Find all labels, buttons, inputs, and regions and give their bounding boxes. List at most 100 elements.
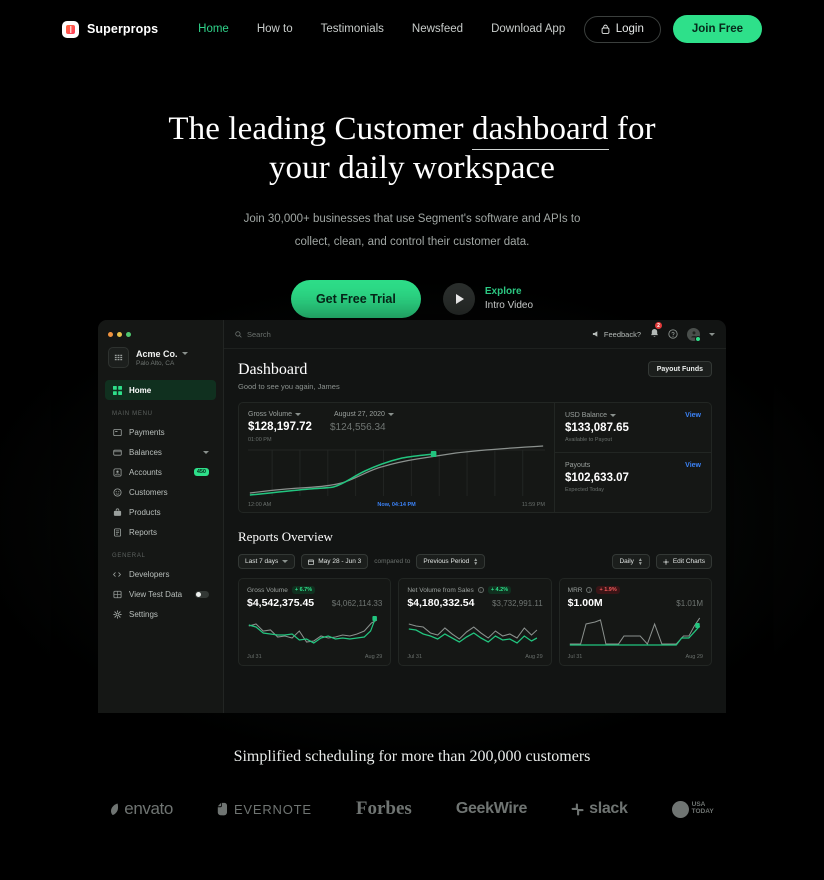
top-navbar: Superprops Home How to Testimonials News… [0,0,824,58]
sidebar-item-home[interactable]: Home [105,380,216,400]
metric-axis-end: Aug 29 [685,654,703,660]
play-icon[interactable] [442,282,475,315]
dashboard-header: Dashboard Good to see you again, James P… [238,361,712,391]
notifications-button[interactable]: 2 [650,322,662,343]
brand-logo[interactable]: Superprops [62,20,158,38]
date-label: August 27, 2020 [333,411,385,418]
metric-axis-start: Jul 31 [247,654,262,660]
nav-link-home[interactable]: Home [198,23,229,35]
info-icon[interactable]: i [586,587,593,593]
compare-period-select[interactable]: Previous Period ▲ ▼ [416,554,486,569]
sidebar-item-balances[interactable]: Balances [105,442,216,462]
gross-volume-selector[interactable]: Gross Volume [248,411,301,418]
document-icon [112,527,122,537]
intro-video-link[interactable]: Explore Intro Video [442,282,533,315]
hero-subtitle: Join 30,000+ businesses that use Segment… [0,208,824,254]
info-icon[interactable]: i [477,587,484,593]
bell-icon [651,328,658,337]
gross-volume-axis: 12:00 AM Now, 04:14 PM 11:59 PM [248,502,545,508]
sidebar-item-payments[interactable]: Payments [105,422,216,442]
edit-charts-label: Edit Charts [672,558,705,565]
logo-strip: envato EVERNOTE Forbes GeekWire slack US… [0,798,824,820]
nav-link-testimonials[interactable]: Testimonials [321,23,384,35]
overview-panel: Gross Volume August 27, 2020 $128,197.72… [238,402,712,513]
card-icon [112,427,122,437]
view-test-data-toggle[interactable] [195,590,209,598]
axis-label-end: 11:59 PM [521,502,545,508]
join-free-button[interactable]: Join Free [672,15,762,43]
metric-compare-value: $1.01M [676,599,703,608]
logo-evernote: EVERNOTE [217,802,312,817]
sidebar-item-products[interactable]: Products [105,502,216,522]
metric-value: $4,180,332.54 [407,597,475,609]
date-range-select[interactable]: Last 7 days [238,554,296,569]
accounts-badge: 450 [193,467,209,477]
chevron-down-icon [203,450,209,454]
nav-link-how-to[interactable]: How to [257,23,293,35]
usd-balance-view-link[interactable]: View [685,412,701,419]
nav-link-download-app[interactable]: Download App [491,23,565,35]
edit-charts-button[interactable]: Edit Charts [655,554,712,569]
metric-label: Net Volume from Sales [407,586,474,594]
sidebar-item-label: Accounts [129,467,162,477]
date-picker[interactable]: May 28 - Jun 3 [301,554,369,569]
org-switcher[interactable]: Acme Co. Palo Alto, CA [98,347,223,380]
lock-icon [601,24,610,34]
sidebar-item-label: Home [129,385,152,395]
code-icon [112,569,122,579]
axis-label-now: Now, 04:14 PM [377,502,416,508]
window-maximize-dot[interactable] [126,332,131,337]
payout-funds-button[interactable]: Payout Funds [647,361,712,377]
slack-mark-icon [571,803,584,816]
org-name: Acme Co. [136,348,178,359]
login-button[interactable]: Login [583,15,661,43]
search-icon [235,330,242,338]
chart-icon [112,589,122,599]
granularity-label: Daily [619,558,634,565]
window-controls [98,330,223,347]
org-location: Palo Alto, CA [136,359,175,367]
hero-section: The leading Customer dashboard for your … [0,58,824,318]
logo-label: envato [124,799,173,818]
usd-balance-card: USD Balance View $133,087.65 Available t… [555,403,711,452]
wallet-icon [112,447,122,457]
chart-time-label: 01:00 PM [248,437,272,443]
granularity-select[interactable]: Daily ▲ ▼ [612,554,650,569]
chevron-down-icon [387,413,394,416]
explore-label: Explore [484,286,522,298]
metric-compare-value: $3,732,991.11 [492,599,543,608]
chevron-down-icon[interactable] [709,332,715,336]
calendar-icon [308,559,315,565]
payouts-view-link[interactable]: View [685,462,701,469]
window-close-dot[interactable] [108,332,113,337]
feedback-button[interactable]: Feedback? [592,330,641,339]
get-free-trial-button[interactable]: Get Free Trial [290,279,421,318]
org-logo-icon [108,347,129,368]
sidebar-item-label: Products [129,507,161,517]
usa-today-circle-icon [671,800,689,818]
search-input[interactable]: Search [235,330,271,339]
sidebar-item-settings[interactable]: Settings [105,604,216,624]
gear-icon [662,558,669,565]
evernote-mark-icon [217,802,227,816]
sidebar-item-customers[interactable]: Customers [105,482,216,502]
sidebar-item-accounts[interactable]: Accounts 450 [105,462,216,482]
metric-axis-start: Jul 31 [407,654,423,660]
logo-slack: slack [571,800,628,818]
payouts-sub: Expected Today [565,487,605,493]
sort-arrows-icon: ▲ ▼ [473,556,479,567]
payouts-value: $102,633.07 [565,472,629,484]
window-minimize-dot[interactable] [117,332,122,337]
metric-sparkline [407,614,542,652]
sidebar-item-reports[interactable]: Reports [105,522,216,542]
date-selector[interactable]: August 27, 2020 [334,411,394,418]
page-title: The leading Customer dashboard for your … [0,110,824,188]
nav-link-newsfeed[interactable]: Newsfeed [412,23,463,35]
usd-balance-selector[interactable]: USD Balance [565,412,617,419]
sidebar-item-developers[interactable]: Developers [105,564,216,584]
sidebar-item-view-test-data[interactable]: View Test Data [105,584,216,604]
metric-card-mrr: MRR i + 1.9% $1.00M $1.01M Jul 31 Aug 29 [558,578,712,666]
help-icon[interactable] [668,329,678,339]
sidebar-item-label: View Test Data [129,589,183,599]
avatar[interactable] [687,327,701,342]
